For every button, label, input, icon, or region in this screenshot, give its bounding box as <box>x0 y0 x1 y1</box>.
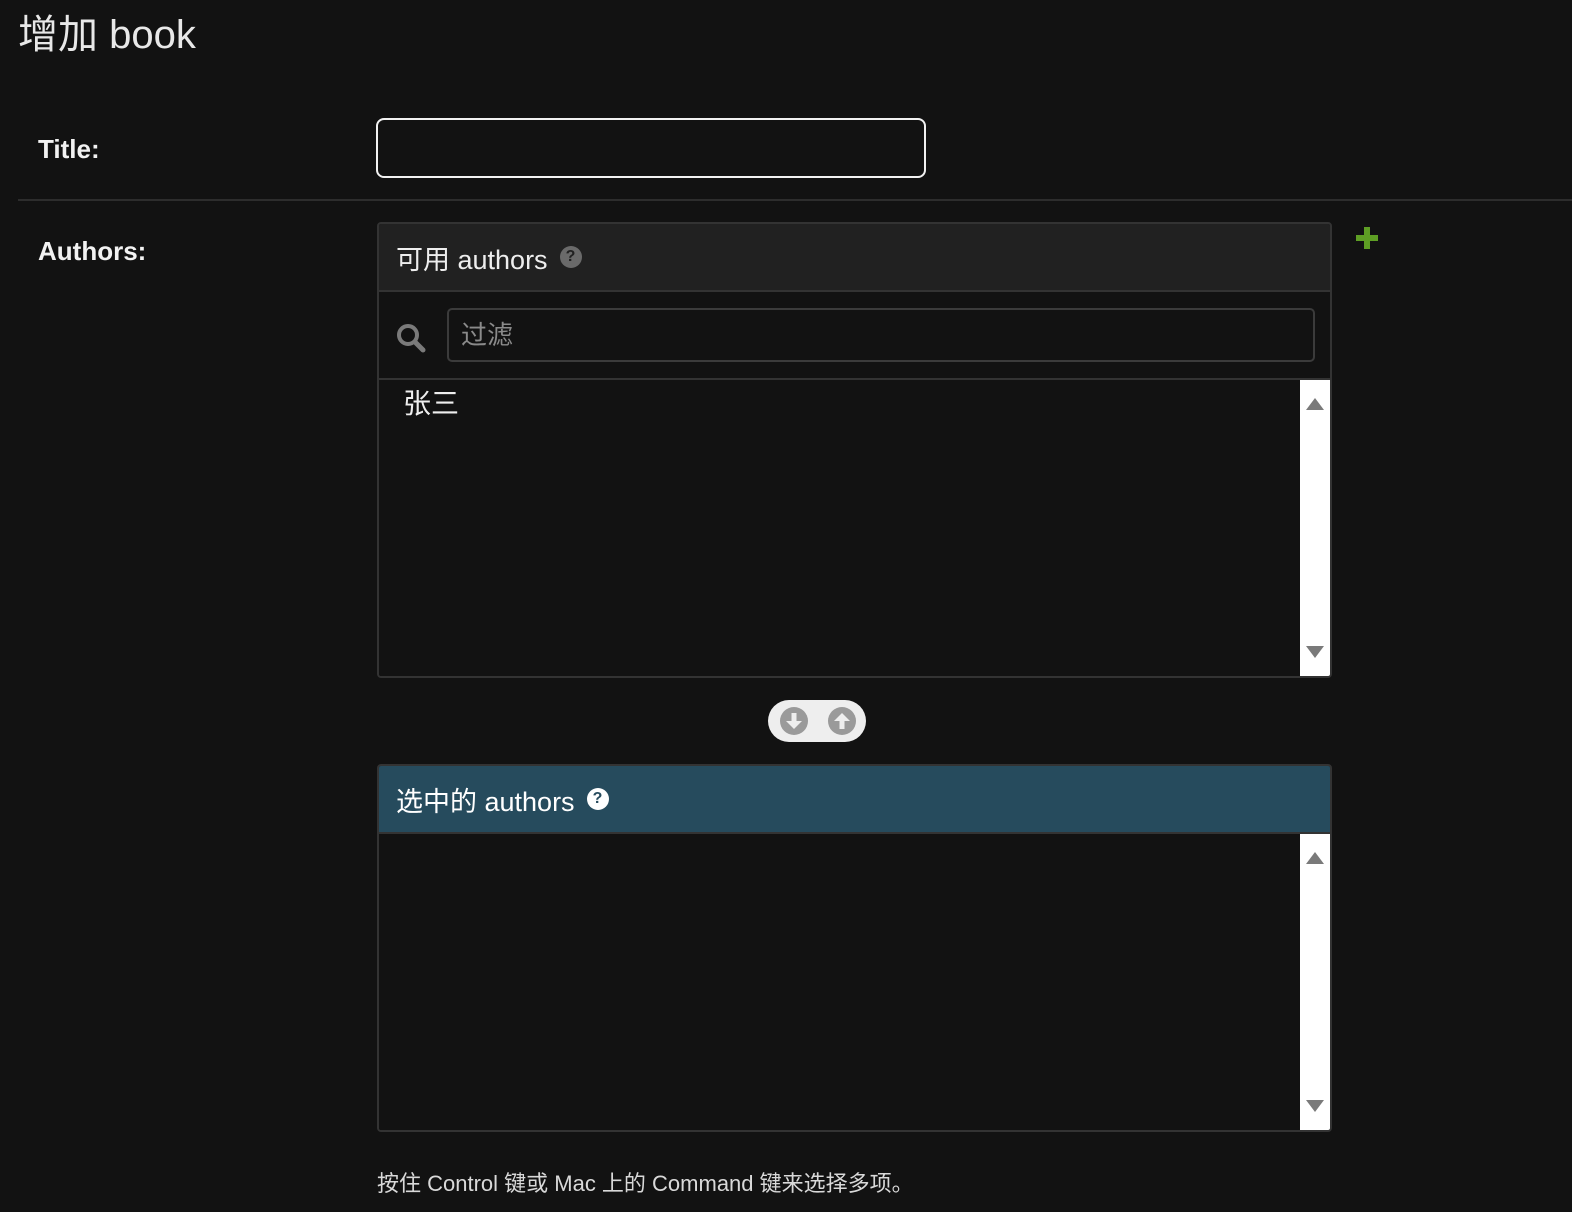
available-authors-title: 可用 authors <box>396 244 548 275</box>
scroll-down-arrow[interactable] <box>1306 1100 1324 1112</box>
scrollbar[interactable] <box>1300 834 1330 1130</box>
arrow-up-circle-icon[interactable] <box>828 707 856 735</box>
help-text: 按住 Control 键或 Mac 上的 Command 键来选择多项。 <box>377 1171 914 1196</box>
scroll-up-arrow[interactable] <box>1306 398 1324 410</box>
authors-label: Authors: <box>38 236 147 266</box>
filter-row <box>379 292 1330 380</box>
chosen-authors-title: 选中的 authors <box>396 786 575 817</box>
row-divider <box>18 199 1572 201</box>
question-circle-icon[interactable]: ? <box>559 246 582 268</box>
title-label: Title: <box>38 134 100 164</box>
chosen-authors-box: 选中的 authors ? <box>377 764 1332 1132</box>
chosen-authors-list[interactable] <box>379 834 1330 1130</box>
search-icon <box>397 324 426 353</box>
available-authors-header: 可用 authors ? <box>379 224 1330 292</box>
page-title: 增加 book <box>18 13 196 57</box>
chooser-controls <box>768 700 866 742</box>
available-authors-list[interactable]: 张三 <box>379 380 1330 676</box>
scroll-up-arrow[interactable] <box>1306 852 1324 864</box>
chosen-authors-header: 选中的 authors ? <box>379 766 1330 834</box>
plus-icon[interactable] <box>1355 226 1379 250</box>
scroll-down-arrow[interactable] <box>1306 646 1324 658</box>
available-authors-box: 可用 authors ? 张三 <box>377 222 1332 678</box>
question-circle-icon[interactable]: ? <box>586 788 609 810</box>
list-item[interactable]: 张三 <box>403 382 459 422</box>
filter-input[interactable] <box>447 308 1315 362</box>
title-input[interactable] <box>376 118 926 178</box>
scrollbar[interactable] <box>1300 380 1330 676</box>
arrow-down-circle-icon[interactable] <box>780 707 808 735</box>
